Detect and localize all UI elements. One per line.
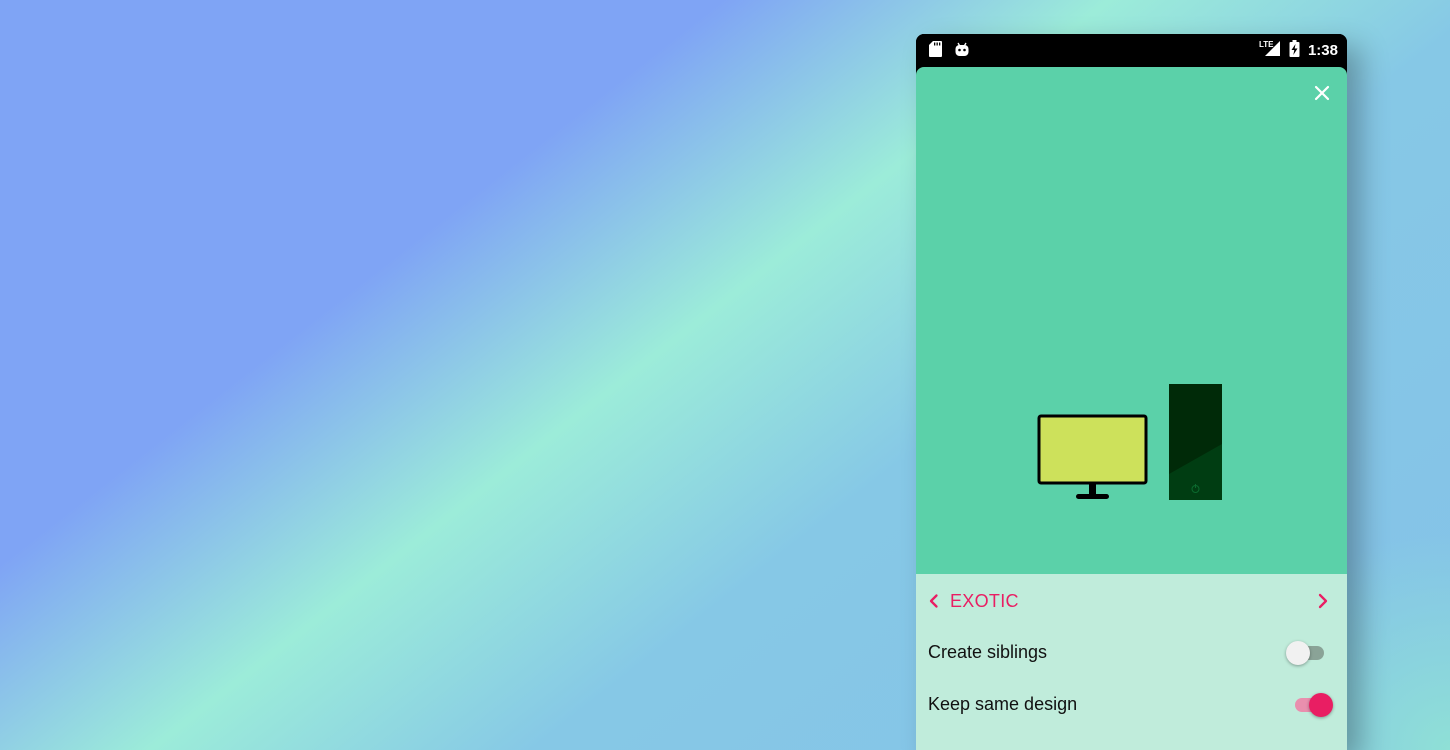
network-type-label: LTE bbox=[1259, 40, 1274, 49]
category-label: EXOTIC bbox=[950, 590, 1019, 611]
settings-panel: EXOTIC Create siblings Keep same design bbox=[916, 574, 1347, 750]
category-navigation: EXOTIC bbox=[916, 582, 1347, 620]
setting-label: Create siblings bbox=[928, 642, 1048, 662]
status-time: 1:38 bbox=[1307, 42, 1338, 59]
chevron-left-icon bbox=[929, 594, 938, 608]
status-left-icons bbox=[929, 41, 970, 62]
setting-label: Keep same design bbox=[928, 694, 1078, 714]
setting-row-create-siblings: Create siblings bbox=[916, 633, 1347, 673]
close-icon bbox=[1314, 85, 1330, 101]
status-right-icons: LTE 1:38 bbox=[1259, 39, 1338, 62]
setting-row-keep-same-design: Keep same design bbox=[916, 685, 1347, 725]
app-screen: EXOTIC Create siblings Keep same design bbox=[916, 67, 1347, 750]
sd-card-icon bbox=[929, 41, 942, 62]
previous-category-button[interactable]: EXOTIC bbox=[924, 587, 1019, 615]
phone-frame: LTE 1:38 EXOTIC Create siblings Keep sam… bbox=[916, 34, 1347, 750]
desktop-computer-illustration bbox=[1037, 384, 1222, 500]
keep-same-design-toggle[interactable] bbox=[1289, 691, 1333, 719]
battery-charging-icon bbox=[1289, 39, 1300, 62]
toggle-thumb bbox=[1286, 641, 1310, 665]
signal-icon: LTE bbox=[1259, 39, 1281, 62]
toggle-thumb bbox=[1309, 693, 1333, 717]
monitor-icon bbox=[1037, 414, 1148, 499]
status-bar: LTE 1:38 bbox=[916, 34, 1347, 67]
create-siblings-toggle[interactable] bbox=[1286, 639, 1330, 667]
chevron-right-icon bbox=[1318, 593, 1328, 609]
android-icon bbox=[954, 42, 970, 62]
next-category-button[interactable] bbox=[1311, 589, 1335, 613]
preview-area bbox=[916, 67, 1347, 574]
close-button[interactable] bbox=[1310, 81, 1334, 105]
computer-tower-icon bbox=[1169, 384, 1222, 500]
